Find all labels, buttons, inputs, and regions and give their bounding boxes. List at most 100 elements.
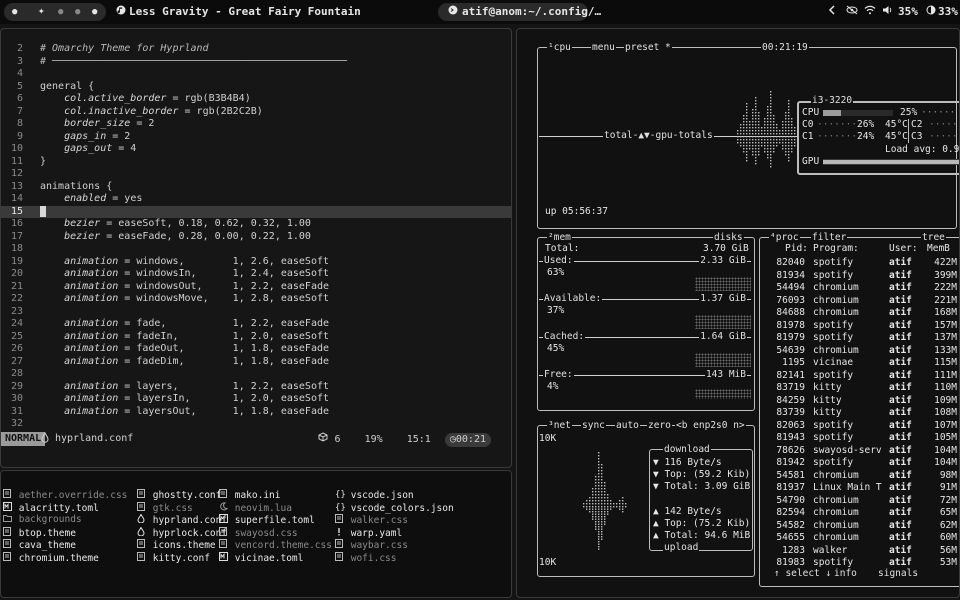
btop-window[interactable]: ¹cpu menu preset * 00:21:19 total-▲▼-gpu… [516, 28, 960, 598]
code-line[interactable]: 30 animation = layersIn, 1, 2.0, easeSof… [1, 393, 511, 406]
code-line[interactable]: 25 animation = fadeIn, 1, 2.0, easeSoft [1, 331, 511, 344]
volume-icon[interactable] [882, 5, 894, 19]
net-interface[interactable]: <b enp2s0 n> [675, 420, 746, 432]
proc-header-mem[interactable]: MemB [927, 243, 950, 255]
proc-header-user[interactable]: User: [889, 243, 918, 255]
eye-off-icon[interactable] [846, 5, 858, 19]
process-row[interactable]: 81979 spotify atif 137M [759, 332, 959, 345]
net-zero-button[interactable]: zero [647, 420, 672, 432]
cpu-box-title[interactable]: ¹cpu [547, 42, 572, 54]
process-row[interactable]: 82141 spotify atif 111M [759, 370, 959, 383]
code-line[interactable]: 22 animation = windowsMove, 1, 2.8, ease… [1, 293, 511, 306]
code-line[interactable]: 5 general { [1, 81, 511, 94]
process-row[interactable]: 81978 spotify atif 157M [759, 320, 959, 333]
process-row[interactable]: 83719 kitty atif 110M [759, 382, 959, 395]
code-line[interactable]: 9 gaps_in = 2 [1, 131, 511, 144]
code-line[interactable]: 28 [1, 368, 511, 381]
file-item[interactable]: cava_theme [3, 539, 127, 552]
file-list-panel[interactable]: aether.override.css alacritty.toml backg… [0, 470, 512, 598]
code-line[interactable]: 27 animation = fadeDim, 1, 1.8, easeFade [1, 356, 511, 369]
code-line[interactable]: 7 col.inactive_border = rgb(2B2C2B) [1, 106, 511, 119]
process-row[interactable]: 84688 chromium atif 168M [759, 307, 959, 320]
code-line[interactable]: 29 animation = layers, 1, 2.2, easeSoft [1, 381, 511, 394]
code-line[interactable]: 26 animation = fadeOut, 1, 1.8, easeFade [1, 343, 511, 356]
file-item[interactable]: btop.theme [3, 526, 127, 540]
workspace-5-dot[interactable]: ● [92, 6, 97, 18]
process-row[interactable]: 82594 chromium atif 65M [759, 507, 959, 520]
file-item[interactable]: aether.override.css [3, 489, 127, 502]
file-item[interactable]: hyprland.conf [137, 513, 227, 527]
brightness-icon[interactable] [926, 5, 936, 19]
file-item[interactable]: swayosd.css [219, 526, 332, 540]
code-line[interactable]: 16 bezier = easeSoft, 0.18, 0.62, 0.32, … [1, 218, 511, 231]
cpu-preset-button[interactable]: preset * [624, 42, 672, 54]
file-item[interactable]: {} vscode_colors.json [335, 502, 454, 515]
process-row[interactable]: 1195 vicinae atif 115M [759, 357, 959, 370]
file-item[interactable]: chromium.theme [3, 551, 127, 565]
process-row[interactable]: 81942 spotify atif 104M [759, 457, 959, 470]
code-line[interactable]: 18 [1, 243, 511, 256]
process-row[interactable]: 78626 swayosd-serv atif 104M [759, 445, 959, 458]
code-line[interactable]: 3 # ─────────────────────────────────────… [1, 56, 511, 69]
process-row[interactable]: 76093 chromium atif 221M [759, 295, 959, 308]
code-line[interactable]: 4 [1, 68, 511, 81]
file-item[interactable]: vicinae.toml [219, 551, 332, 565]
process-row[interactable]: 54790 chromium atif 72M [759, 495, 959, 508]
process-row[interactable]: 54655 chromium atif 60M [759, 532, 959, 545]
file-item[interactable]: icons.theme [137, 539, 227, 552]
code-line[interactable]: 10 gaps_out = 4 [1, 143, 511, 156]
file-item[interactable]: wofi.css [335, 551, 454, 565]
workspace-active-star-icon[interactable]: ✦ [38, 5, 45, 17]
process-row[interactable]: 54582 chromium atif 62M [759, 520, 959, 533]
process-row[interactable]: 84259 kitty atif 109M [759, 395, 959, 408]
process-row[interactable]: 54581 chromium atif 98M [759, 470, 959, 483]
file-item[interactable]: ghostty.conf [137, 489, 227, 502]
process-row[interactable]: 82063 spotify atif 107M [759, 420, 959, 433]
code-line[interactable]: 20 animation = windowsIn, 1, 2.4, easeSo… [1, 268, 511, 281]
file-item[interactable]: waybar.css [335, 539, 454, 552]
chevron-left-icon[interactable] [828, 5, 836, 19]
file-item[interactable]: kitty.conf [137, 551, 227, 565]
proc-info-button[interactable]: info [833, 568, 858, 580]
proc-select-control[interactable]: ↑ select ↓ [773, 568, 833, 580]
proc-signals-button[interactable]: signals [877, 568, 920, 580]
code-line[interactable]: 23 [1, 306, 511, 319]
workspace-4-dot[interactable]: ● [75, 6, 80, 18]
code-line[interactable]: 21 animation = windowsOut, 1, 2.2, easeF… [1, 281, 511, 294]
proc-header-pid[interactable]: Pid: [785, 243, 808, 255]
code-area[interactable]: 2 # Omarchy Theme for Hyprland 3 # ────────… [1, 43, 511, 431]
file-item[interactable]: alacritty.toml [3, 501, 127, 515]
file-item[interactable]: {} vscode.json [335, 489, 454, 502]
process-row[interactable]: 81937 Linux Main T atif 91M [759, 482, 959, 495]
file-item[interactable]: gtk.css [137, 501, 227, 515]
code-line[interactable]: 12 [1, 168, 511, 181]
net-auto-button[interactable]: auto [615, 420, 640, 432]
brightness-level[interactable]: 33% [938, 5, 958, 19]
file-item[interactable]: backgrounds [3, 514, 127, 527]
process-row[interactable]: 1283 walker atif 56M [759, 545, 959, 558]
process-row[interactable]: 54494 chromium atif 222M [759, 282, 959, 295]
wifi-icon[interactable] [864, 5, 876, 19]
code-line[interactable]: 17 bezier = easeFade, 0.28, 0.00, 0.22, … [1, 231, 511, 244]
file-item[interactable]: mako.ini [219, 489, 332, 502]
file-item[interactable]: walker.css [335, 514, 454, 527]
workspace-3-dot[interactable]: ● [58, 6, 63, 18]
file-item[interactable]: vencord.theme.css [219, 539, 332, 552]
proc-header-program[interactable]: Program: [813, 243, 859, 255]
code-line[interactable]: 8 border_size = 2 [1, 118, 511, 131]
code-line[interactable]: 11} [1, 156, 511, 169]
code-line[interactable]: 14 enabled = yes [1, 193, 511, 206]
process-row[interactable]: 81943 spotify atif 105M [759, 432, 959, 445]
process-row[interactable]: 81934 spotify atif 399M [759, 270, 959, 283]
code-line[interactable]: 15 [1, 205, 511, 218]
net-box-title[interactable]: ³net [547, 420, 572, 432]
code-line[interactable]: 2 # Omarchy Theme for Hyprland [1, 43, 511, 56]
code-line[interactable]: 31 animation = layersOut, 1, 1.8, easeFa… [1, 406, 511, 419]
workspace-1-dot[interactable]: ● [12, 6, 17, 18]
cpu-menu-button[interactable]: menu [591, 42, 616, 54]
process-row[interactable]: 54639 chromium atif 133M [759, 345, 959, 358]
battery-level[interactable]: 35% [898, 5, 918, 19]
process-row[interactable]: 83739 kitty atif 108M [759, 407, 959, 420]
file-item[interactable]: neovim.lua [219, 501, 332, 515]
code-line[interactable]: 32 [1, 418, 511, 431]
